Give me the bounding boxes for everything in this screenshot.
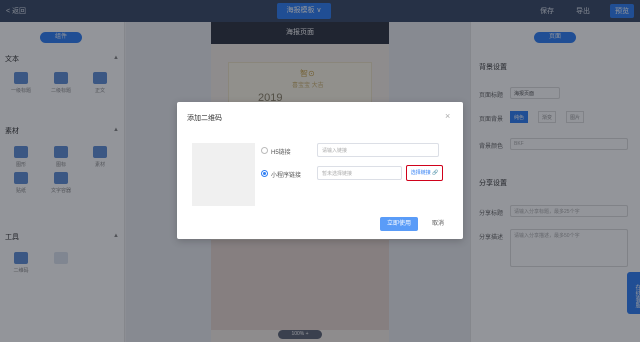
qrcode-preview bbox=[192, 143, 255, 206]
close-icon[interactable]: × bbox=[445, 111, 450, 121]
cancel-button[interactable]: 取消 bbox=[427, 217, 449, 231]
use-now-button[interactable]: 立即使用 bbox=[380, 217, 418, 231]
h5-link-radio[interactable] bbox=[261, 147, 268, 154]
miniprogram-link-radio[interactable] bbox=[261, 170, 268, 177]
h5-link-label: H5链接 bbox=[271, 150, 291, 156]
h5-link-input[interactable]: 请输入链接 bbox=[317, 143, 439, 157]
add-qrcode-dialog: 添加二维码 × H5链接 请输入链接 小程序链接 暂未选择链接 选择链接 🔗 立… bbox=[177, 102, 463, 239]
select-link-button[interactable]: 选择链接 🔗 bbox=[406, 165, 443, 181]
dialog-title: 添加二维码 bbox=[187, 115, 222, 122]
miniprogram-link-label: 小程序链接 bbox=[271, 173, 302, 179]
miniprogram-link-input[interactable]: 暂未选择链接 bbox=[317, 166, 402, 180]
